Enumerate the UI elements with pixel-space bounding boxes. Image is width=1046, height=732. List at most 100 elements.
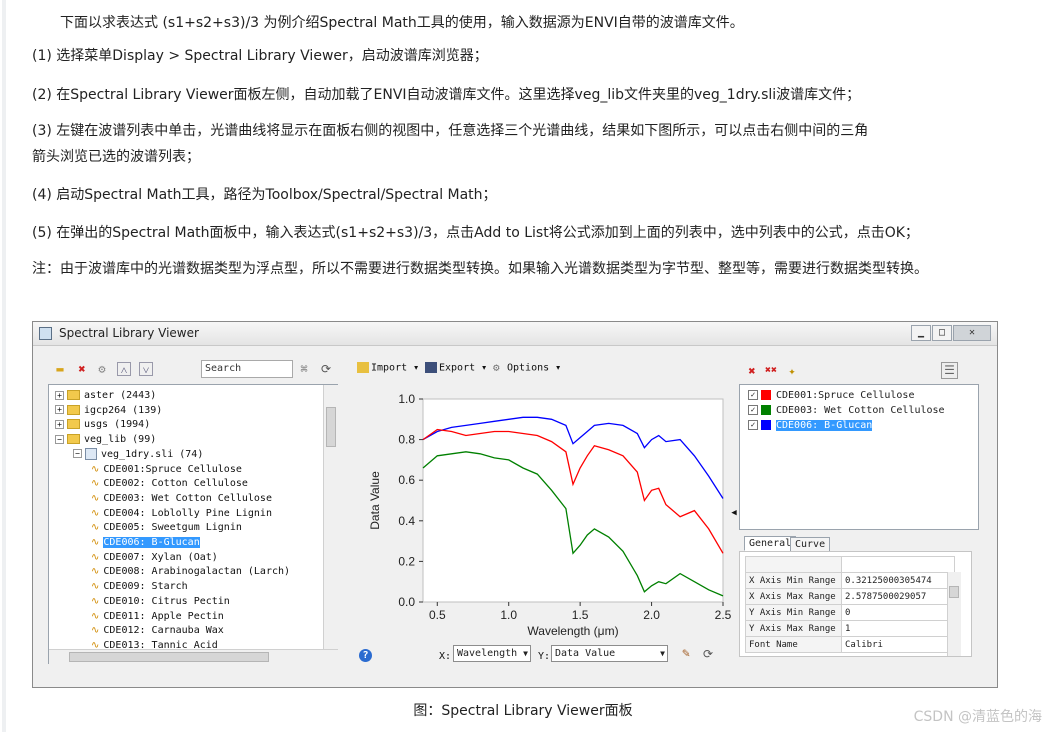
settings-icon[interactable]: ⚙ — [95, 362, 109, 376]
tree-item[interactable]: ∿ CDE004: Loblolly Pine Lignin — [91, 507, 272, 521]
tab-curve[interactable]: Curve — [790, 537, 831, 552]
checkbox[interactable]: ✓ — [748, 390, 758, 400]
tree-item[interactable]: + igcp264 (139) — [55, 404, 162, 418]
expand-icon[interactable]: + — [55, 419, 64, 429]
property-value[interactable]: 2.5787500029057 — [841, 588, 955, 605]
tree-item-label: aster (2443) — [84, 390, 157, 401]
property-row[interactable]: Y Axis Min Range 0 — [745, 604, 955, 621]
tree-item-label: CDE007: Xylan (Oat) — [103, 551, 218, 563]
tree-item[interactable]: ∿ CDE005: Sweetgum Lignin — [91, 521, 242, 535]
refresh-icon[interactable]: ⟳ — [319, 362, 333, 376]
step-4-text: (4) 启动Spectral Math工具，路径为Toolbox/Spectra… — [32, 187, 497, 203]
edit-pen-icon[interactable]: ✎ — [679, 647, 693, 661]
selected-spectrum-item[interactable]: ✓ CDE001:Spruce Cellulose — [748, 389, 914, 403]
spectrum-icon: ∿ — [91, 463, 100, 475]
property-key: Y Axis Max Range — [745, 620, 842, 637]
property-key: X Axis Max Range — [745, 588, 842, 605]
y-tick-label: 1.0 — [398, 392, 415, 406]
delete-icon[interactable]: ✖ — [75, 362, 89, 376]
step-1-text: (1) 选择菜单Display > Spectral Library Viewe… — [32, 48, 488, 64]
tree-item[interactable]: − veg_lib (99) — [55, 433, 156, 447]
collapse-icon[interactable]: − — [55, 434, 64, 444]
close-button[interactable]: ✕ — [953, 325, 991, 341]
tree-item-label: CDE009: Starch — [103, 581, 188, 593]
spectrum-icon: ∿ — [91, 625, 100, 637]
y-axis-select[interactable]: Data Value ▼ — [551, 645, 668, 662]
export-menu[interactable]: Export ▾ — [425, 362, 487, 374]
tab-general[interactable]: General — [744, 536, 797, 551]
tree-scroll-thumb[interactable] — [326, 407, 336, 447]
selected-spectrum-label: CDE001:Spruce Cellulose — [776, 390, 915, 401]
tree-horizontal-scrollbar[interactable] — [49, 649, 338, 664]
property-row[interactable]: X Axis Max Range 2.5787500029057 — [745, 588, 955, 605]
spectral-plot[interactable]: 0.0 0.2 0.4 0.6 0.8 1.0 0.5 1.0 1.5 2.0 2.5 Wavelen… — [353, 377, 733, 647]
properties-scrollbar[interactable] — [947, 572, 961, 656]
property-value[interactable]: 0 — [841, 604, 955, 621]
window-titlebar: Spectral Library Viewer ▁ □ ✕ — [33, 322, 997, 346]
property-row[interactable]: X Axis Min Range 0.32125000305474 — [745, 572, 955, 589]
property-value[interactable]: Calibri — [841, 636, 955, 653]
export-menu-label: Export — [439, 362, 476, 374]
tree-item-label: CDE002: Cotton Cellulose — [103, 478, 248, 490]
tree-item-label: CDE005: Sweetgum Lignin — [103, 522, 242, 534]
maximize-button[interactable]: □ — [932, 325, 952, 341]
expand-icon[interactable]: + — [55, 390, 64, 400]
binoculars-icon[interactable]: ⌘ — [297, 362, 311, 376]
tree-item[interactable]: ∿ CDE007: Xylan (Oat) — [91, 551, 218, 565]
chevron-down-icon: ▼ — [660, 649, 665, 658]
y-axis-title: Data Value — [368, 471, 382, 530]
tree-item-label: CDE010: Citrus Pectin — [103, 595, 230, 607]
spectrum-icon: ∿ — [91, 581, 100, 593]
window-title: Spectral Library Viewer — [59, 326, 199, 340]
collapse-all-icon[interactable]: ˅ — [139, 362, 153, 377]
selected-spectrum-item[interactable]: ✓ CDE006: B-Glucan — [748, 419, 873, 433]
tree-item[interactable]: ∿ CDE011: Apple Pectin — [91, 610, 224, 624]
remove-all-icon[interactable]: ✖✖ — [764, 364, 778, 378]
spectrum-icon: ∿ — [91, 522, 100, 534]
tree-item[interactable]: + usgs (1994) — [55, 418, 150, 432]
plot-frame — [422, 398, 724, 603]
open-folder-icon[interactable]: ▬ — [53, 362, 67, 376]
x-axis-select-value: Wavelength — [457, 648, 518, 659]
property-value[interactable]: 1 — [841, 620, 955, 637]
spectrum-icon: ∿ — [91, 507, 100, 519]
property-row[interactable]: Font Name Calibri — [745, 636, 955, 653]
help-icon[interactable]: ? — [359, 649, 372, 662]
tree-item[interactable]: ∿ CDE010: Citrus Pectin — [91, 595, 230, 609]
tree-item[interactable]: ∿ CDE008: Arabinogalactan (Larch) — [91, 565, 290, 579]
refresh-plot-icon[interactable]: ⟳ — [701, 647, 715, 661]
remove-spectrum-icon[interactable]: ✖ — [745, 364, 759, 378]
expand-icon[interactable]: + — [55, 405, 64, 415]
tree-item[interactable]: ∿ CDE003: Wet Cotton Cellulose — [91, 492, 272, 506]
property-row[interactable]: Y Axis Max Range 1 — [745, 620, 955, 637]
options-menu[interactable]: ⚙ Options ▾ — [493, 362, 561, 374]
tree-item[interactable]: ∿ CDE006: B-Glucan — [91, 536, 200, 550]
tree-item[interactable]: ∿ CDE009: Starch — [91, 580, 188, 594]
tree-vertical-scrollbar[interactable] — [323, 385, 338, 649]
collapse-icon[interactable]: − — [73, 449, 82, 459]
x-axis-select[interactable]: Wavelength ▼ — [453, 645, 531, 662]
tree-item[interactable]: + aster (2443) — [55, 389, 156, 403]
tree-item[interactable]: ∿ CDE002: Cotton Cellulose — [91, 477, 248, 491]
import-menu[interactable]: Import ▾ — [357, 362, 419, 374]
expand-all-icon[interactable]: ˄ — [117, 362, 131, 377]
property-value[interactable]: 0.32125000305474 — [841, 572, 955, 589]
tree-hscroll-thumb[interactable] — [69, 652, 269, 662]
selected-spectra-panel: ✓ CDE001:Spruce Cellulose ✓ CDE003: Wet Cot… — [739, 384, 979, 530]
import-menu-label: Import — [371, 362, 408, 374]
tree-item[interactable]: ∿ CDE012: Carnauba Wax — [91, 624, 224, 638]
wand-icon[interactable]: ✦ — [785, 364, 799, 378]
checkbox[interactable]: ✓ — [748, 405, 758, 415]
search-input[interactable]: Search — [201, 360, 293, 378]
checkbox[interactable]: ✓ — [748, 420, 758, 430]
tree-item[interactable]: ∿ CDE001:Spruce Cellulose — [91, 463, 242, 477]
selected-spectrum-item[interactable]: ✓ CDE003: Wet Cotton Cellulose — [748, 404, 945, 418]
y-tick-label: 0.0 — [398, 595, 415, 609]
properties-scroll-thumb[interactable] — [949, 586, 959, 598]
tree-item[interactable]: − veg_1dry.sli (74) — [73, 447, 203, 462]
figure-caption: 图：Spectral Library Viewer面板 — [413, 703, 633, 719]
properties-icon[interactable]: ☰ — [941, 362, 958, 379]
x-axis-label: X: — [439, 651, 452, 662]
minimize-button[interactable]: ▁ — [911, 325, 931, 341]
folder-icon — [67, 419, 80, 430]
